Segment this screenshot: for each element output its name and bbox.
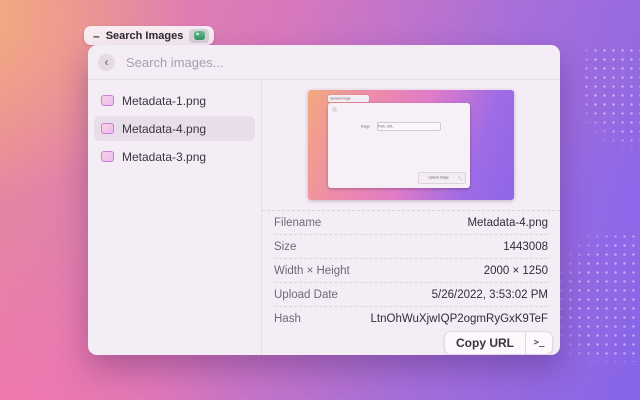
preview-mini-submit-shortcut: >_ — [459, 176, 463, 179]
preview-mini-input-placeholder: Path, URL — [378, 125, 393, 128]
metadata-label: Filename — [274, 217, 321, 229]
preview-mini-input: Path, URL — [377, 122, 441, 131]
image-thumbnail-icon — [101, 151, 114, 162]
list-item-selected[interactable]: Metadata-4.png — [94, 116, 255, 141]
metadata-value: LtnOhWuXjwIQP2ogmRyGxK9TeF — [371, 313, 548, 325]
image-preview: Upload Image Image Path, URL Upload Imag… — [308, 90, 514, 200]
copy-url-button[interactable]: Copy URL — [445, 332, 525, 354]
metadata-value: Metadata-4.png — [467, 217, 548, 229]
back-button[interactable]: ‹ — [98, 54, 115, 71]
preview-mini-form: Image Path, URL — [328, 122, 470, 131]
back-chevron-icon: ‹ — [105, 56, 109, 68]
image-thumbnail-icon — [101, 95, 114, 106]
preview-mini-back-icon — [332, 107, 337, 112]
metadata-value: 1443008 — [503, 241, 548, 253]
preview-mini-form-label: Image — [361, 125, 370, 128]
preview-mini-tab-label: Upload Image — [330, 97, 351, 100]
preview-mini-tab: Upload Image — [328, 95, 369, 102]
action-bar: Copy URL >_ — [262, 330, 560, 355]
list-item-label: Metadata-4.png — [122, 122, 206, 136]
metadata-table: Filename Metadata-4.png Size 1443008 Wid… — [262, 210, 560, 330]
search-images-window: ‹ Metadata-1.png Metadata-4.png Metadata… — [88, 45, 560, 355]
copy-url-split-button: Copy URL >_ — [444, 331, 553, 355]
list-item-label: Metadata-3.png — [122, 150, 206, 164]
metadata-row-hash: Hash LtnOhWuXjwIQP2ogmRyGxK9TeF — [274, 307, 548, 330]
metadata-row-upload-date: Upload Date 5/26/2022, 3:53:02 PM — [274, 283, 548, 307]
file-list: Metadata-1.png Metadata-4.png Metadata-3… — [88, 80, 262, 355]
metadata-label: Size — [274, 241, 296, 253]
search-bar: ‹ — [88, 45, 560, 80]
hotkey-tab[interactable]: – Search Images — [84, 26, 214, 45]
window-content: Metadata-1.png Metadata-4.png Metadata-3… — [88, 80, 560, 355]
preview-area: Upload Image Image Path, URL Upload Imag… — [262, 80, 560, 210]
dot-pattern-bottom-right — [548, 232, 640, 362]
metadata-label: Upload Date — [274, 289, 338, 301]
metadata-value: 2000 × 1250 — [484, 265, 548, 277]
app-icon-badge — [189, 29, 209, 43]
metadata-row-filename: Filename Metadata-4.png — [274, 211, 548, 235]
green-image-app-icon — [194, 31, 205, 40]
metadata-row-dimensions: Width × Height 2000 × 1250 — [274, 259, 548, 283]
minimize-dash-icon: – — [93, 30, 100, 42]
search-input[interactable] — [124, 54, 550, 71]
dot-pattern-top-right — [582, 46, 640, 154]
image-thumbnail-icon — [101, 123, 114, 134]
list-item[interactable]: Metadata-1.png — [94, 88, 255, 113]
metadata-value: 5/26/2022, 3:53:02 PM — [432, 289, 548, 301]
preview-mini-submit-button: Upload Image >_ — [418, 172, 466, 184]
list-item[interactable]: Metadata-3.png — [94, 144, 255, 169]
preview-mini-submit-label: Upload Image — [428, 176, 449, 179]
metadata-row-size: Size 1443008 — [274, 235, 548, 259]
metadata-label: Hash — [274, 313, 301, 325]
preview-mini-window: Upload Image Image Path, URL Upload Imag… — [328, 103, 470, 188]
terminal-prompt-icon[interactable]: >_ — [526, 332, 552, 354]
detail-panel: Upload Image Image Path, URL Upload Imag… — [262, 80, 560, 355]
hotkey-tab-label: Search Images — [106, 30, 184, 42]
metadata-label: Width × Height — [274, 265, 350, 277]
list-item-label: Metadata-1.png — [122, 94, 206, 108]
desktop: { "colors": { "background_orange": "#f6b… — [0, 0, 640, 400]
